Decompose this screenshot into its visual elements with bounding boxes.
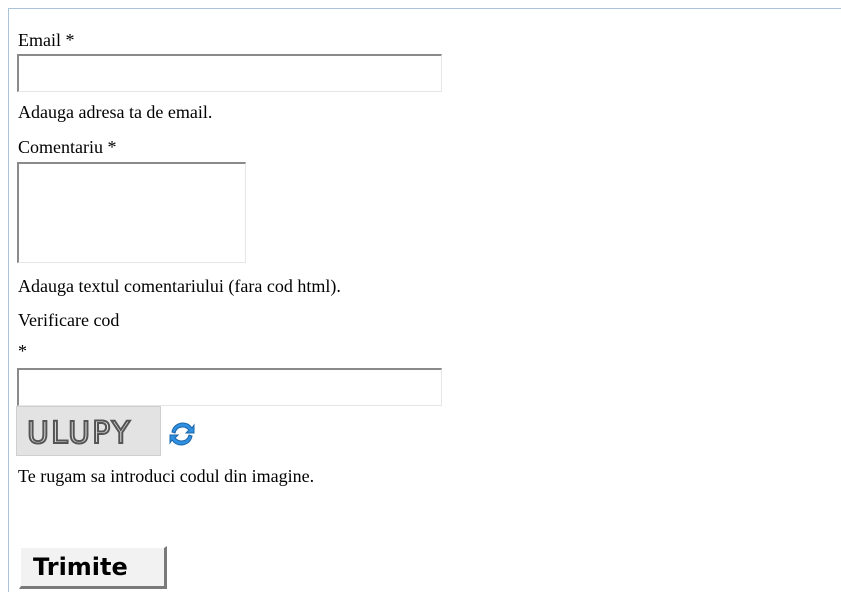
email-label: Email * [18, 30, 75, 50]
submit-button[interactable]: Trimite [19, 546, 167, 589]
form-frame [8, 8, 841, 592]
captcha-hint: Te rugam sa introduci codul din imagine. [18, 466, 315, 486]
email-hint: Adauga adresa ta de email. [18, 102, 213, 122]
captcha-text: ULUPY [26, 415, 132, 452]
captcha-label: Verificare cod [18, 310, 120, 330]
comment-hint: Adauga textul comentariului (fara cod ht… [18, 276, 341, 296]
comment-label: Comentariu * [18, 137, 117, 157]
refresh-icon[interactable] [166, 418, 198, 450]
captcha-code-field[interactable] [17, 368, 442, 406]
comment-field[interactable] [17, 162, 246, 263]
captcha-required-mark: * [18, 341, 27, 361]
email-field[interactable] [17, 54, 442, 92]
svg-text:ULUPY: ULUPY [27, 416, 132, 451]
captcha-image: ULUPY [16, 406, 161, 456]
